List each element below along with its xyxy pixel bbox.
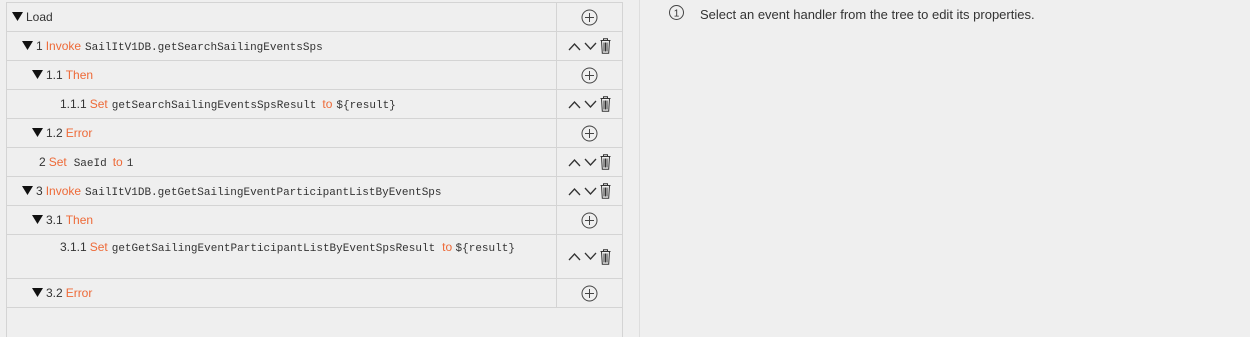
row-actions [557,119,622,147]
tree-row-main[interactable]: 1.1 Then [7,61,557,89]
trash-icon[interactable] [600,248,611,265]
tree-row-main[interactable]: 3.1.1 Set getGetSailingEventParticipantLis… [7,235,557,278]
row-actions [557,177,622,205]
node-number: 1.2 [46,126,63,140]
tree-row-3-2[interactable]: 3.2 Error [7,279,622,308]
tree-row-main[interactable]: Load [7,3,557,31]
node-keyword: Set [89,240,108,254]
trash-icon[interactable] [600,183,611,199]
tree-row-3[interactable]: 3 Invoke SailItV1DB.getGetSailingEventPart… [7,177,622,206]
node-keyword: Then [65,68,94,82]
node-keyword-to: to [442,240,453,254]
move-up-icon[interactable] [568,42,581,51]
move-down-icon[interactable] [584,42,597,51]
node-keyword: Invoke [45,184,82,198]
move-down-icon[interactable] [584,100,597,109]
row-actions [557,90,622,118]
tree-row-main[interactable]: 3.1 Then [7,206,557,234]
node-code: SailItV1DB.getGetSailingEventParticipant… [85,187,442,199]
tree-row-main[interactable]: 2 Set SaeId to 1 [7,148,557,176]
row-actions [557,206,622,234]
node-code: SailItV1DB.getSearchSailingEventsSps [85,42,323,54]
node-keyword: Error [65,286,93,300]
tree-row-3-1[interactable]: 3.1 Then [7,206,622,235]
node-number: 1.1.1 [60,97,87,111]
properties-panel: 1 Select an event handler from the tree … [639,0,1250,337]
move-up-icon[interactable] [568,187,581,196]
node-keyword: Set [89,97,108,111]
move-up-icon[interactable] [568,100,581,109]
caret-down-icon[interactable] [22,186,36,195]
tree-row-main[interactable]: 3.2 Error [7,279,557,307]
node-number: 1.1 [46,68,63,82]
node-number: 3.2 [46,286,63,300]
tree-row-1-2[interactable]: 1.2 Error [7,119,622,148]
move-down-icon[interactable] [584,158,597,167]
caret-down-icon[interactable] [22,41,36,50]
add-circle-icon[interactable] [581,285,598,302]
row-actions [557,279,622,307]
add-circle-icon[interactable] [581,67,598,84]
caret-down-icon[interactable] [32,215,46,224]
caret-down-icon[interactable] [32,128,46,137]
trash-icon[interactable] [600,154,611,170]
node-code: getGetSailingEventParticipantListByEvent… [111,243,436,255]
tree-row-main[interactable]: 3 Invoke SailItV1DB.getGetSailingEventPart… [7,177,557,205]
tree-row-1-1[interactable]: 1.1 Then [7,61,622,90]
node-code-value: ${result} [455,243,515,255]
node-number: 3 [36,184,43,198]
move-up-icon[interactable] [568,252,581,261]
add-circle-icon[interactable] [581,125,598,142]
node-keyword-to: to [112,155,123,169]
move-down-icon[interactable] [584,187,597,196]
row-actions [557,61,622,89]
info-circle-icon: 1 [668,4,685,24]
node-number: 2 [39,155,46,169]
row-actions [557,32,622,60]
row-actions [557,3,622,31]
node-keyword-to: to [322,97,333,111]
node-code-value: ${result} [336,100,396,112]
node-code-value: 1 [126,158,134,170]
tree-row-main[interactable]: 1.2 Error [7,119,557,147]
root-label: Load [26,10,53,24]
node-code: getSearchSailingEventsSpsResult [111,100,317,112]
node-keyword: Then [65,213,94,227]
tree-row-2[interactable]: 2 Set SaeId to 1 [7,148,622,177]
node-number: 1 [36,39,43,53]
caret-down-icon[interactable] [32,288,46,297]
row-actions [557,235,622,278]
move-down-icon[interactable] [584,252,597,261]
node-keyword: Set [48,155,67,169]
node-number: 3.1.1 [60,240,87,254]
caret-down-icon[interactable] [32,70,46,79]
add-circle-icon[interactable] [581,212,598,229]
add-circle-icon[interactable] [581,9,598,26]
node-keyword: Error [65,126,93,140]
tree-row-1-1-1[interactable]: 1.1.1 Set getSearchSailingEventsSpsResult t… [7,90,622,119]
tree-row-3-1-1[interactable]: 3.1.1 Set getGetSailingEventParticipantLis… [7,235,622,279]
empty-state-message: 1 Select an event handler from the tree … [668,4,1035,24]
caret-down-icon[interactable] [12,12,26,21]
node-number: 3.1 [46,213,63,227]
node-code: SaeId [73,158,107,170]
tree-row-main[interactable]: 1.1.1 Set getSearchSailingEventsSpsResult t… [7,90,557,118]
trash-icon[interactable] [600,96,611,112]
tree-row-load[interactable]: Load [7,3,622,32]
tree-row-1[interactable]: 1 Invoke SailItV1DB.getSearchSailingEvents… [7,32,622,61]
svg-text:1: 1 [674,8,680,19]
event-handler-tree: Load 1 Invoke SailItV1DB.getSearchSailingE… [6,2,623,337]
node-keyword: Invoke [45,39,82,53]
trash-icon[interactable] [600,38,611,54]
info-text: Select an event handler from the tree to… [700,6,1035,22]
move-up-icon[interactable] [568,158,581,167]
tree-row-main[interactable]: 1 Invoke SailItV1DB.getSearchSailingEvents… [7,32,557,60]
row-actions [557,148,622,176]
